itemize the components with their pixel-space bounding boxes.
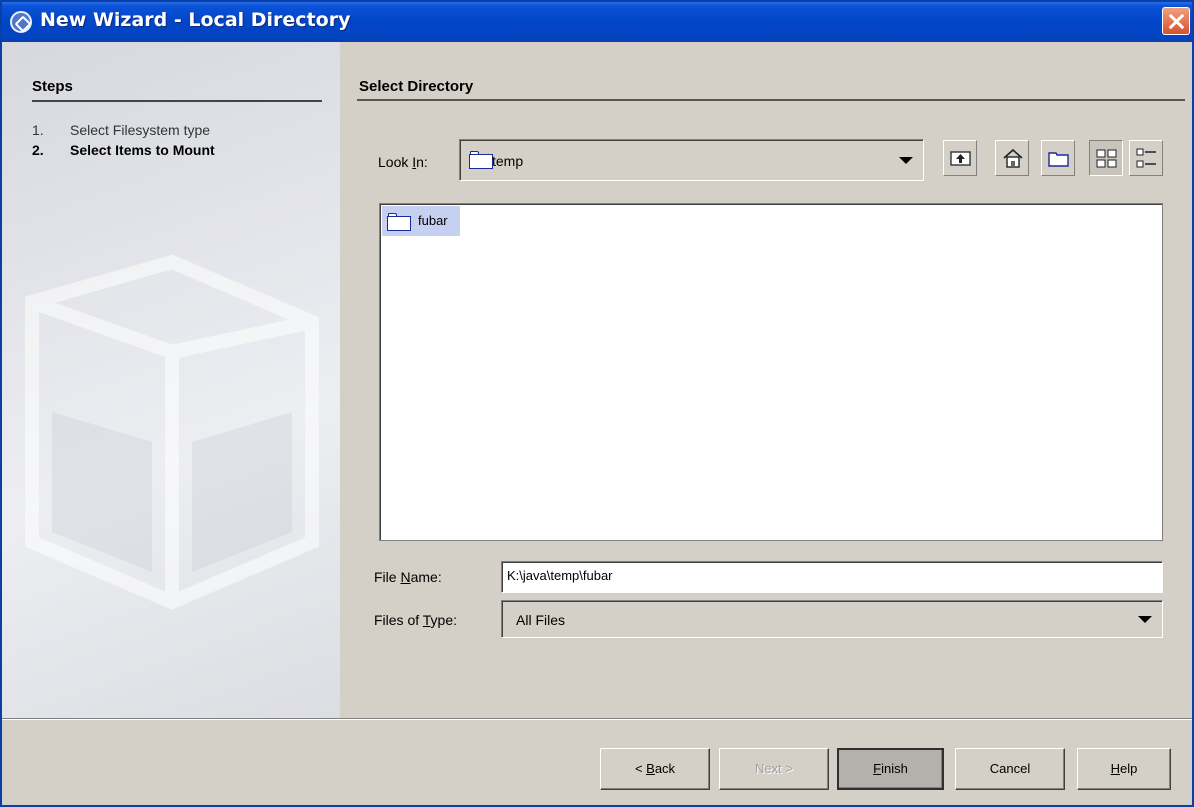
new-folder-icon xyxy=(1048,152,1069,167)
list-view-button[interactable] xyxy=(1089,140,1123,176)
list-item-folder[interactable]: fubar xyxy=(382,206,460,236)
mnemonic: N xyxy=(400,569,411,585)
button-bar-divider-highlight xyxy=(2,719,1192,720)
back-button[interactable]: < Back xyxy=(600,748,710,790)
step-item: 1. Select Filesystem type xyxy=(32,122,215,142)
file-name-field[interactable]: K:\java\temp\fubar xyxy=(501,561,1163,593)
label-text: File xyxy=(374,569,401,585)
folder-icon xyxy=(469,151,493,169)
step-label: Select Filesystem type xyxy=(70,122,211,138)
window-title: New Wizard - Local Directory xyxy=(40,9,351,31)
label-text: ack xyxy=(654,761,676,776)
file-list[interactable]: fubar xyxy=(379,203,1163,541)
folder-icon xyxy=(387,213,411,231)
label-text: ame: xyxy=(410,569,442,585)
mnemonic: H xyxy=(1110,761,1121,776)
close-icon[interactable] xyxy=(1162,7,1190,35)
new-folder-button[interactable] xyxy=(1041,140,1075,176)
file-name-label: File Name: xyxy=(374,569,442,585)
steps-divider xyxy=(32,100,322,102)
mnemonic: T xyxy=(422,612,431,628)
content-title: Select Directory xyxy=(359,78,474,95)
label-text: inish xyxy=(881,761,908,776)
up-one-level-icon xyxy=(950,151,971,166)
home-button[interactable] xyxy=(995,140,1029,176)
files-of-type-combo[interactable]: All Files xyxy=(501,600,1163,638)
app-icon xyxy=(10,11,32,33)
mnemonic: B xyxy=(646,761,655,776)
label-text: n: xyxy=(416,154,428,170)
step-label: Select Items to Mount xyxy=(70,142,215,158)
steps-title: Steps xyxy=(32,78,73,95)
look-in-label: Look In: xyxy=(378,154,428,170)
label-text: < xyxy=(634,761,647,776)
title-bar[interactable]: New Wizard - Local Directory xyxy=(2,2,1192,42)
content-divider xyxy=(357,99,1185,101)
finish-button[interactable]: Finish xyxy=(837,748,944,790)
label-text: elp xyxy=(1120,761,1138,776)
look-in-combo[interactable]: temp xyxy=(459,139,924,181)
details-view-icon xyxy=(1136,148,1156,168)
up-one-level-button[interactable] xyxy=(943,140,977,176)
step-number: 2. xyxy=(32,142,44,158)
files-of-type-label: Files of Type: xyxy=(374,612,457,628)
files-of-type-value: All Files xyxy=(516,612,566,628)
label-text: Files of xyxy=(374,612,423,628)
chevron-down-icon[interactable] xyxy=(899,157,913,164)
step-number: 1. xyxy=(32,122,44,138)
steps-pane: Steps 1. Select Filesystem type 2. Select … xyxy=(2,42,340,720)
label-text: ype: xyxy=(430,612,458,628)
step-item-current: 2. Select Items to Mount xyxy=(32,142,215,162)
steps-background-decoration xyxy=(25,254,319,610)
home-icon xyxy=(1003,148,1023,168)
next-button[interactable]: Next > xyxy=(719,748,829,790)
list-view-icon xyxy=(1096,149,1117,168)
details-view-button[interactable] xyxy=(1129,140,1163,176)
cancel-button[interactable]: Cancel xyxy=(955,748,1065,790)
chevron-down-icon[interactable] xyxy=(1138,616,1152,623)
help-button[interactable]: Help xyxy=(1077,748,1171,790)
file-item-label: fubar xyxy=(418,213,448,228)
mnemonic: F xyxy=(873,761,882,776)
look-in-value: temp xyxy=(492,153,524,169)
label-text: Look xyxy=(378,154,413,170)
steps-list: 1. Select Filesystem type 2. Select Items … xyxy=(32,122,215,162)
wizard-window: New Wizard - Local Directory Steps 1. Sel… xyxy=(0,0,1194,807)
